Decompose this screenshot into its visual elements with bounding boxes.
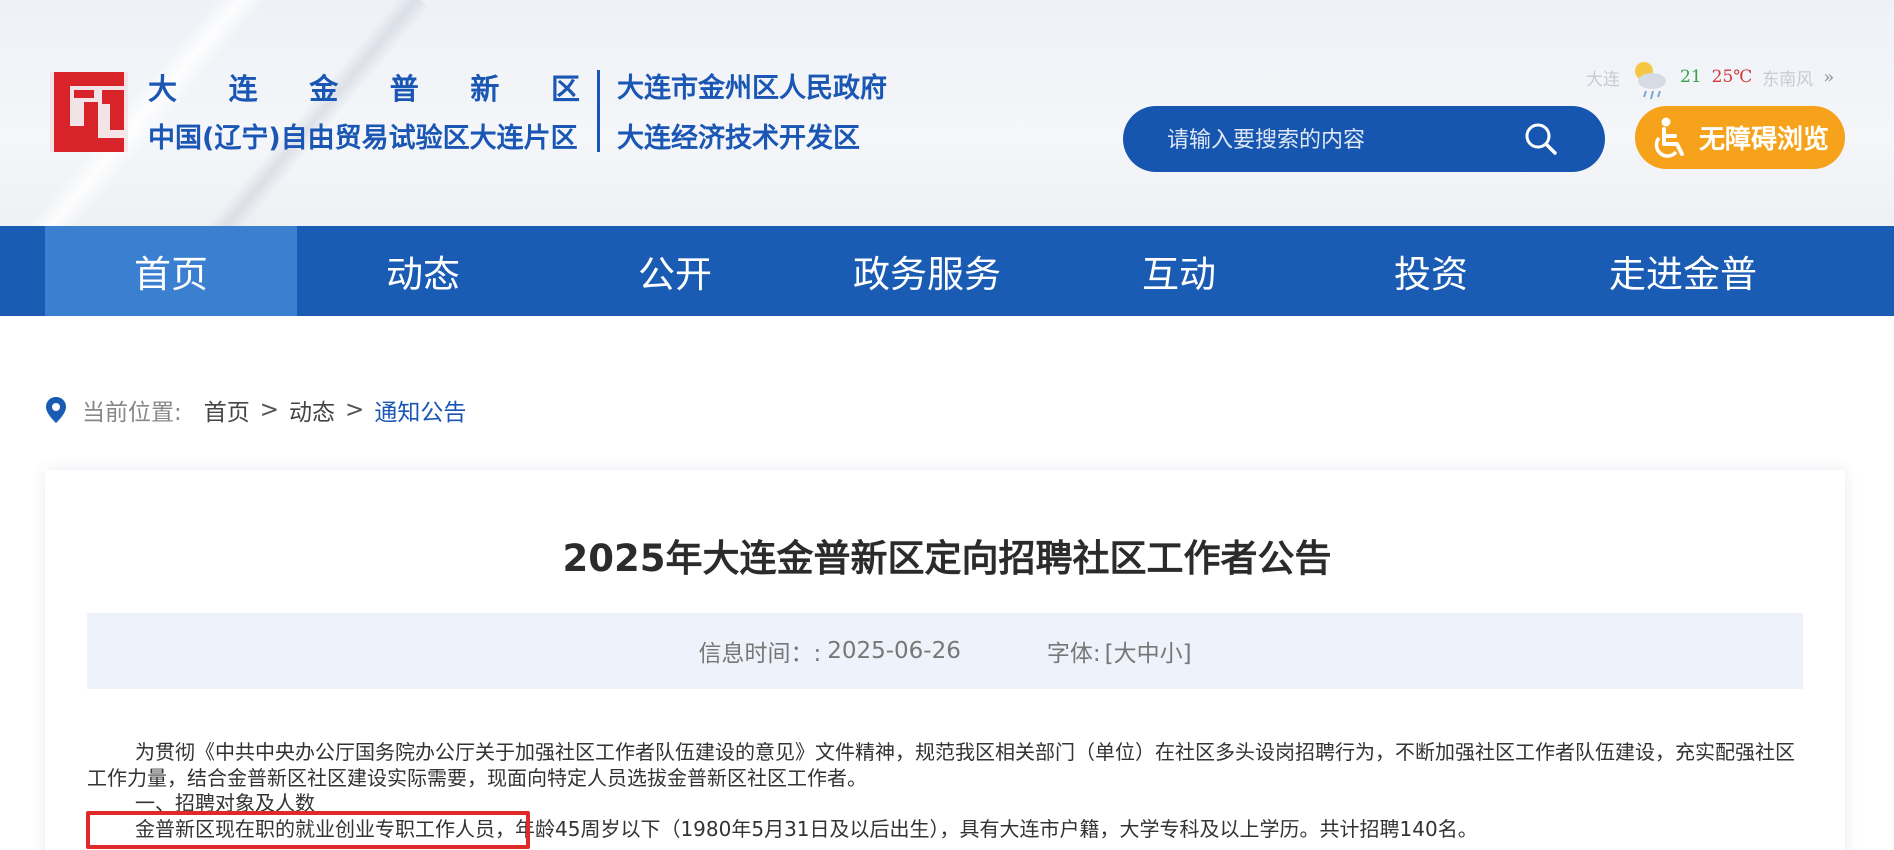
nav-item-news[interactable]: 动态	[297, 226, 549, 316]
accessibility-button[interactable]: 无障碍浏览	[1635, 106, 1845, 169]
article-meta-bar: 信息时间：: 2025-06-26 字体: [大中小]	[87, 613, 1803, 689]
location-pin-icon	[46, 397, 66, 423]
breadcrumb-item-home[interactable]: 首页	[204, 393, 250, 427]
breadcrumb-item-news[interactable]: 动态	[289, 393, 335, 427]
government-name: 大连市金州区人民政府	[617, 73, 887, 104]
breadcrumb-label: 当前位置:	[82, 400, 182, 426]
article-title: 2025年大连金普新区定向招聘社区工作者公告	[562, 537, 1332, 580]
free-trade-zone-name: 中国(辽宁)自由贸易试验区大连片区	[148, 123, 578, 154]
district-name-char: 金	[309, 72, 339, 106]
weather-city: 大连	[1586, 69, 1620, 90]
weather-wind: 东南风	[1762, 69, 1814, 90]
district-name-char: 新	[470, 72, 500, 106]
weather-low-temp: 21	[1680, 67, 1702, 87]
weather-widget[interactable]: 大连 21 25℃ 东南风 »	[1586, 62, 1834, 100]
accessibility-label: 无障碍浏览	[1699, 125, 1830, 155]
breadcrumb-separator: >	[345, 397, 365, 423]
font-size-label: 字体:	[1046, 641, 1101, 667]
nav-item-interaction[interactable]: 互动	[1053, 226, 1305, 316]
district-name: 大 连 金 普 新 区	[148, 66, 580, 108]
logo-divider	[597, 70, 600, 152]
article-paragraph: 为贯彻《中共中央办公厅国务院办公厅关于加强社区工作者队伍建设的意见》文件精神，规…	[87, 740, 1795, 790]
development-zone-name: 大连经济技术开发区	[617, 123, 860, 154]
search-input[interactable]	[1167, 124, 1527, 156]
nav-item-public[interactable]: 公开	[549, 226, 801, 316]
cloudy-rain-icon	[1635, 62, 1666, 100]
breadcrumb-item-notices[interactable]: 通知公告	[374, 393, 466, 427]
nav-item-gov-services[interactable]: 政务服务	[801, 226, 1053, 316]
weather-high-temp: 25℃	[1711, 67, 1753, 87]
nav-item-about-jinpu[interactable]: 走进金普	[1557, 226, 1809, 316]
site-logo-emblem[interactable]	[48, 68, 130, 154]
wheelchair-icon	[1654, 117, 1684, 158]
district-name-char: 普	[389, 72, 419, 106]
district-name-char: 大	[148, 72, 178, 106]
double-chevron-right-icon[interactable]: »	[1823, 67, 1834, 88]
district-name-char: 连	[228, 72, 258, 106]
font-size-options[interactable]: [大中小]	[1105, 634, 1192, 668]
nav-item-investment[interactable]: 投资	[1305, 226, 1557, 316]
breadcrumb: 当前位置: 首页 > 动态 > 通知公告	[44, 394, 466, 426]
site-header: 大 连 金 普 新 区 中国(辽宁)自由贸易试验区大连片区 大连市金州区人民政府…	[0, 0, 1894, 226]
search-icon[interactable]	[1522, 120, 1560, 158]
district-name-char: 区	[550, 72, 580, 106]
nav-item-home[interactable]: 首页	[45, 226, 297, 316]
publish-date-label: 信息时间：:	[698, 641, 822, 667]
publish-date-value: 2025-06-26	[827, 638, 961, 664]
red-highlight-annotation	[86, 811, 530, 849]
breadcrumb-separator: >	[259, 397, 280, 423]
main-nav: 首页 动态 公开 政务服务 互动 投资 走进金普	[0, 226, 1894, 316]
